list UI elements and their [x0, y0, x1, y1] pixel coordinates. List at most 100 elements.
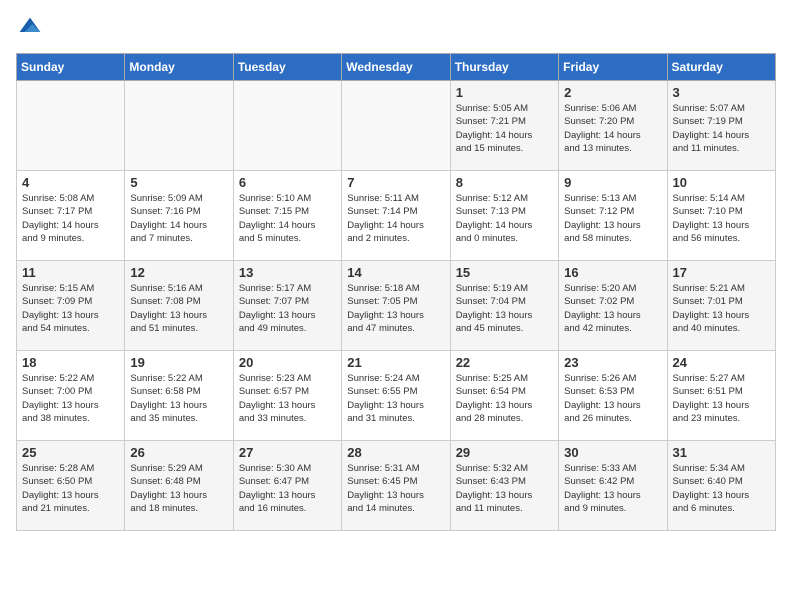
- cell-date-number: 8: [456, 175, 553, 190]
- cell-date-number: 26: [130, 445, 227, 460]
- calendar-week-row: 25 Sunrise: 5:28 AM Sunset: 6:50 PM Dayli…: [17, 441, 776, 531]
- calendar-cell: 22 Sunrise: 5:25 AM Sunset: 6:54 PM Dayli…: [450, 351, 558, 441]
- calendar-cell: 6Sunrise: 5:10 AM Sunset: 7:15 PM Daylig…: [233, 171, 341, 261]
- cell-date-number: 17: [673, 265, 770, 280]
- calendar-cell: 29 Sunrise: 5:32 AM Sunset: 6:43 PM Dayli…: [450, 441, 558, 531]
- calendar-week-row: 1Sunrise: 5:05 AM Sunset: 7:21 PM Daylig…: [17, 81, 776, 171]
- calendar-cell: 11Sunrise: 5:15 AM Sunset: 7:09 PM Dayli…: [17, 261, 125, 351]
- calendar-cell: 21 Sunrise: 5:24 AM Sunset: 6:55 PM Dayli…: [342, 351, 450, 441]
- cell-date-number: 24: [673, 355, 770, 370]
- cell-info-text: Sunrise: 5:15 AM Sunset: 7:09 PM Dayligh…: [22, 282, 119, 335]
- cell-info-text: Sunrise: 5:20 AM Sunset: 7:02 PM Dayligh…: [564, 282, 661, 335]
- calendar-cell: 13 Sunrise: 5:17 AM Sunset: 7:07 PM Dayli…: [233, 261, 341, 351]
- cell-date-number: 16: [564, 265, 661, 280]
- cell-date-number: 10: [673, 175, 770, 190]
- cell-info-text: Sunrise: 5:17 AM Sunset: 7:07 PM Dayligh…: [239, 282, 336, 335]
- cell-info-text: Sunrise: 5:07 AM Sunset: 7:19 PM Dayligh…: [673, 102, 770, 155]
- cell-date-number: 28: [347, 445, 444, 460]
- cell-date-number: 1: [456, 85, 553, 100]
- cell-date-number: 30: [564, 445, 661, 460]
- calendar-header-row: SundayMondayTuesdayWednesdayThursdayFrid…: [17, 54, 776, 81]
- cell-date-number: 9: [564, 175, 661, 190]
- calendar-cell: 17 Sunrise: 5:21 AM Sunset: 7:01 PM Dayli…: [667, 261, 775, 351]
- calendar-cell: 7 Sunrise: 5:11 AM Sunset: 7:14 PM Daylig…: [342, 171, 450, 261]
- calendar-cell: [17, 81, 125, 171]
- cell-date-number: 22: [456, 355, 553, 370]
- cell-info-text: Sunrise: 5:22 AM Sunset: 6:58 PM Dayligh…: [130, 372, 227, 425]
- calendar-cell: 9 Sunrise: 5:13 AM Sunset: 7:12 PM Daylig…: [559, 171, 667, 261]
- cell-info-text: Sunrise: 5:30 AM Sunset: 6:47 PM Dayligh…: [239, 462, 336, 515]
- cell-date-number: 7: [347, 175, 444, 190]
- calendar-week-row: 18Sunrise: 5:22 AM Sunset: 7:00 PM Dayli…: [17, 351, 776, 441]
- cell-date-number: 3: [673, 85, 770, 100]
- cell-info-text: Sunrise: 5:28 AM Sunset: 6:50 PM Dayligh…: [22, 462, 119, 515]
- calendar-week-row: 4 Sunrise: 5:08 AM Sunset: 7:17 PM Daylig…: [17, 171, 776, 261]
- cell-info-text: Sunrise: 5:12 AM Sunset: 7:13 PM Dayligh…: [456, 192, 553, 245]
- cell-info-text: Sunrise: 5:18 AM Sunset: 7:05 PM Dayligh…: [347, 282, 444, 335]
- calendar-cell: 30 Sunrise: 5:33 AM Sunset: 6:42 PM Dayli…: [559, 441, 667, 531]
- cell-info-text: Sunrise: 5:21 AM Sunset: 7:01 PM Dayligh…: [673, 282, 770, 335]
- cell-info-text: Sunrise: 5:32 AM Sunset: 6:43 PM Dayligh…: [456, 462, 553, 515]
- cell-info-text: Sunrise: 5:33 AM Sunset: 6:42 PM Dayligh…: [564, 462, 661, 515]
- calendar-cell: 14 Sunrise: 5:18 AM Sunset: 7:05 PM Dayli…: [342, 261, 450, 351]
- calendar-cell: 8 Sunrise: 5:12 AM Sunset: 7:13 PM Daylig…: [450, 171, 558, 261]
- calendar-cell: 1Sunrise: 5:05 AM Sunset: 7:21 PM Daylig…: [450, 81, 558, 171]
- calendar-cell: [342, 81, 450, 171]
- cell-info-text: Sunrise: 5:34 AM Sunset: 6:40 PM Dayligh…: [673, 462, 770, 515]
- calendar-cell: 3 Sunrise: 5:07 AM Sunset: 7:19 PM Daylig…: [667, 81, 775, 171]
- day-header-wednesday: Wednesday: [342, 54, 450, 81]
- calendar-cell: 19 Sunrise: 5:22 AM Sunset: 6:58 PM Dayli…: [125, 351, 233, 441]
- calendar-cell: 5 Sunrise: 5:09 AM Sunset: 7:16 PM Daylig…: [125, 171, 233, 261]
- cell-date-number: 2: [564, 85, 661, 100]
- cell-info-text: Sunrise: 5:27 AM Sunset: 6:51 PM Dayligh…: [673, 372, 770, 425]
- cell-info-text: Sunrise: 5:09 AM Sunset: 7:16 PM Dayligh…: [130, 192, 227, 245]
- cell-date-number: 4: [22, 175, 119, 190]
- cell-date-number: 18: [22, 355, 119, 370]
- calendar-cell: [125, 81, 233, 171]
- cell-info-text: Sunrise: 5:06 AM Sunset: 7:20 PM Dayligh…: [564, 102, 661, 155]
- day-header-friday: Friday: [559, 54, 667, 81]
- cell-info-text: Sunrise: 5:08 AM Sunset: 7:17 PM Dayligh…: [22, 192, 119, 245]
- cell-date-number: 31: [673, 445, 770, 460]
- cell-info-text: Sunrise: 5:19 AM Sunset: 7:04 PM Dayligh…: [456, 282, 553, 335]
- cell-info-text: Sunrise: 5:26 AM Sunset: 6:53 PM Dayligh…: [564, 372, 661, 425]
- cell-info-text: Sunrise: 5:25 AM Sunset: 6:54 PM Dayligh…: [456, 372, 553, 425]
- cell-date-number: 21: [347, 355, 444, 370]
- cell-info-text: Sunrise: 5:24 AM Sunset: 6:55 PM Dayligh…: [347, 372, 444, 425]
- calendar-cell: 24 Sunrise: 5:27 AM Sunset: 6:51 PM Dayli…: [667, 351, 775, 441]
- calendar-cell: 26 Sunrise: 5:29 AM Sunset: 6:48 PM Dayli…: [125, 441, 233, 531]
- calendar-cell: 27 Sunrise: 5:30 AM Sunset: 6:47 PM Dayli…: [233, 441, 341, 531]
- cell-date-number: 25: [22, 445, 119, 460]
- cell-date-number: 29: [456, 445, 553, 460]
- calendar-cell: 20Sunrise: 5:23 AM Sunset: 6:57 PM Dayli…: [233, 351, 341, 441]
- cell-date-number: 13: [239, 265, 336, 280]
- calendar-cell: 2 Sunrise: 5:06 AM Sunset: 7:20 PM Daylig…: [559, 81, 667, 171]
- cell-info-text: Sunrise: 5:13 AM Sunset: 7:12 PM Dayligh…: [564, 192, 661, 245]
- day-header-monday: Monday: [125, 54, 233, 81]
- logo: [16, 16, 44, 45]
- cell-date-number: 12: [130, 265, 227, 280]
- cell-date-number: 14: [347, 265, 444, 280]
- calendar-cell: 16 Sunrise: 5:20 AM Sunset: 7:02 PM Dayli…: [559, 261, 667, 351]
- cell-info-text: Sunrise: 5:23 AM Sunset: 6:57 PM Dayligh…: [239, 372, 336, 425]
- calendar-cell: 4 Sunrise: 5:08 AM Sunset: 7:17 PM Daylig…: [17, 171, 125, 261]
- cell-date-number: 27: [239, 445, 336, 460]
- day-header-tuesday: Tuesday: [233, 54, 341, 81]
- day-header-thursday: Thursday: [450, 54, 558, 81]
- calendar-cell: 18Sunrise: 5:22 AM Sunset: 7:00 PM Dayli…: [17, 351, 125, 441]
- calendar-cell: [233, 81, 341, 171]
- cell-info-text: Sunrise: 5:10 AM Sunset: 7:15 PM Dayligh…: [239, 192, 336, 245]
- day-header-saturday: Saturday: [667, 54, 775, 81]
- cell-date-number: 19: [130, 355, 227, 370]
- logo-icon: [18, 16, 42, 40]
- calendar-table: SundayMondayTuesdayWednesdayThursdayFrid…: [16, 53, 776, 531]
- cell-info-text: Sunrise: 5:29 AM Sunset: 6:48 PM Dayligh…: [130, 462, 227, 515]
- calendar-cell: 25 Sunrise: 5:28 AM Sunset: 6:50 PM Dayli…: [17, 441, 125, 531]
- calendar-week-row: 11Sunrise: 5:15 AM Sunset: 7:09 PM Dayli…: [17, 261, 776, 351]
- cell-info-text: Sunrise: 5:11 AM Sunset: 7:14 PM Dayligh…: [347, 192, 444, 245]
- calendar-cell: 31 Sunrise: 5:34 AM Sunset: 6:40 PM Dayli…: [667, 441, 775, 531]
- cell-info-text: Sunrise: 5:14 AM Sunset: 7:10 PM Dayligh…: [673, 192, 770, 245]
- cell-date-number: 15: [456, 265, 553, 280]
- cell-date-number: 5: [130, 175, 227, 190]
- calendar-cell: 15 Sunrise: 5:19 AM Sunset: 7:04 PM Dayli…: [450, 261, 558, 351]
